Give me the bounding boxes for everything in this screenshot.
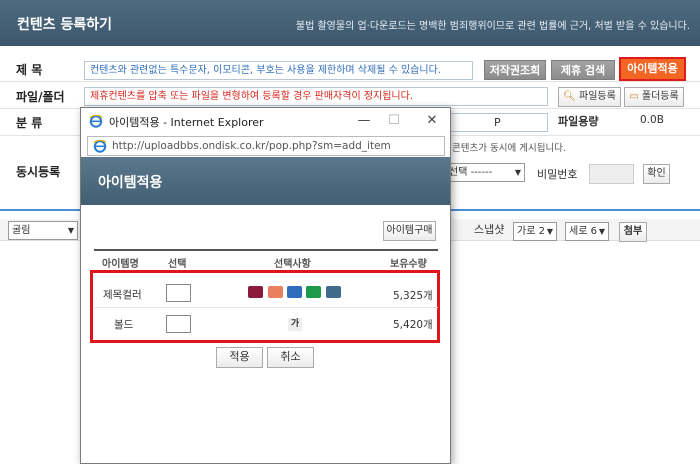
bold-quantity: 5,420개	[393, 319, 433, 331]
item-apply-button[interactable]: 아이템적용	[619, 57, 686, 81]
file-size-value: 0.0B	[640, 114, 664, 126]
ie-icon	[93, 139, 107, 153]
apply-button[interactable]: 적용	[216, 347, 263, 368]
color-swatch-maroon[interactable]	[248, 286, 263, 298]
item-name-title-color: 제목컬러	[103, 289, 142, 301]
table-header-rule	[94, 249, 438, 251]
attach-button[interactable]: 첨부	[619, 222, 647, 242]
col-item-name: 아이템명	[102, 259, 139, 270]
ie-icon	[89, 114, 103, 128]
vertical-select-value: 세로 6	[569, 226, 597, 237]
color-swatch-blue[interactable]	[287, 286, 302, 298]
address-bar[interactable]: http://uploadbbs.ondisk.co.kr/pop.php?sm…	[87, 136, 445, 156]
popup-window-title: 아이템적용 - Internet Explorer	[109, 116, 264, 129]
sync-label: 동시등록	[16, 165, 61, 179]
col-quantity: 보유수량	[390, 259, 427, 270]
cancel-button[interactable]: 취소	[267, 347, 314, 368]
color-swatch-slate[interactable]	[326, 286, 341, 298]
close-button[interactable]: ✕	[417, 110, 447, 132]
minimize-button[interactable]: —	[349, 110, 379, 132]
title-color-quantity: 5,325개	[393, 290, 433, 302]
chevron-down-icon: ▼	[546, 227, 553, 236]
legal-notice: 불법 촬영물의 업·다운로드는 명백한 범죄행위이므로 관련 법률에 근거, 처…	[295, 21, 690, 32]
title-input[interactable]: 컨텐츠와 관련없는 특수문자, 이모티콘, 부호는 사용을 제한하며 삭제될 수…	[84, 61, 473, 80]
category-input[interactable]: P	[445, 113, 548, 132]
folder-register-label: 폴더등록	[641, 91, 679, 102]
popup-heading-bar: 아이템적용	[81, 157, 450, 205]
color-swatch-green[interactable]	[306, 286, 321, 298]
sync-select-value: 선택 ------	[449, 167, 493, 178]
page-title: 컨텐츠 등록하기	[17, 17, 113, 33]
item-name-bold: 볼드	[114, 319, 134, 331]
title-label: 제 목	[16, 63, 43, 77]
font-select-value: 굴림	[12, 225, 31, 236]
chevron-down-icon: ▼	[514, 168, 521, 177]
password-input[interactable]	[589, 164, 634, 184]
confirm-button[interactable]: 확인	[643, 164, 670, 184]
category-p: P	[494, 116, 501, 129]
chevron-down-icon: ▼	[67, 226, 74, 235]
font-select[interactable]: 굴림 ▼	[8, 221, 78, 240]
sync-notice: 콘텐츠가 동시에 게시됩니다.	[452, 143, 566, 154]
password-label: 비밀번호	[537, 168, 578, 181]
category-label: 분 류	[16, 116, 43, 130]
chevron-down-icon: ▼	[598, 227, 605, 236]
file-size-label: 파일용량	[558, 115, 599, 128]
copyright-search-button[interactable]: 저작권조회	[484, 60, 546, 80]
vertical-select[interactable]: 세로 6 ▼	[565, 222, 609, 241]
maximize-button[interactable]: ☐	[379, 110, 409, 132]
popup-heading: 아이템적용	[98, 175, 163, 191]
partner-search-button[interactable]: 제휴 검색	[551, 60, 615, 80]
sync-select[interactable]: 선택 ------ ▼	[445, 163, 525, 182]
item-buy-button[interactable]: 아이템구매	[383, 221, 436, 241]
popup-titlebar: 아이템적용 - Internet Explorer — ☐ ✕	[81, 108, 450, 134]
row-divider	[94, 307, 438, 308]
page-header: 컨텐츠 등록하기 불법 촬영물의 업·다운로드는 명백한 범죄행위이므로 관련 …	[0, 0, 700, 46]
horizontal-select[interactable]: 가로 2 ▼	[513, 222, 557, 241]
bold-sample: 가	[288, 318, 302, 331]
bold-select[interactable]	[166, 315, 191, 333]
file-label: 파일/폴더	[16, 90, 65, 104]
popup-url: http://uploadbbs.ondisk.co.kr/pop.php?sm…	[112, 140, 391, 152]
screenshot-label: 스냅샷	[474, 223, 505, 236]
horizontal-select-value: 가로 2	[517, 226, 545, 237]
search-icon: 🔍︎	[563, 91, 576, 102]
color-swatch-salmon[interactable]	[268, 286, 283, 298]
folder-register-button[interactable]: ▭ 폴더등록	[624, 87, 684, 107]
title-color-select[interactable]	[166, 284, 191, 302]
file-register-label: 파일등록	[579, 91, 616, 102]
file-input[interactable]: 제휴컨텐츠를 압축 또는 파일을 변형하여 등록할 경우 판매자격이 정지됩니다…	[84, 87, 548, 106]
col-options: 선택사항	[274, 259, 311, 270]
file-register-button[interactable]: 🔍︎ 파일등록	[558, 87, 621, 107]
folder-icon: ▭	[629, 91, 639, 102]
col-select: 선택	[168, 259, 187, 270]
